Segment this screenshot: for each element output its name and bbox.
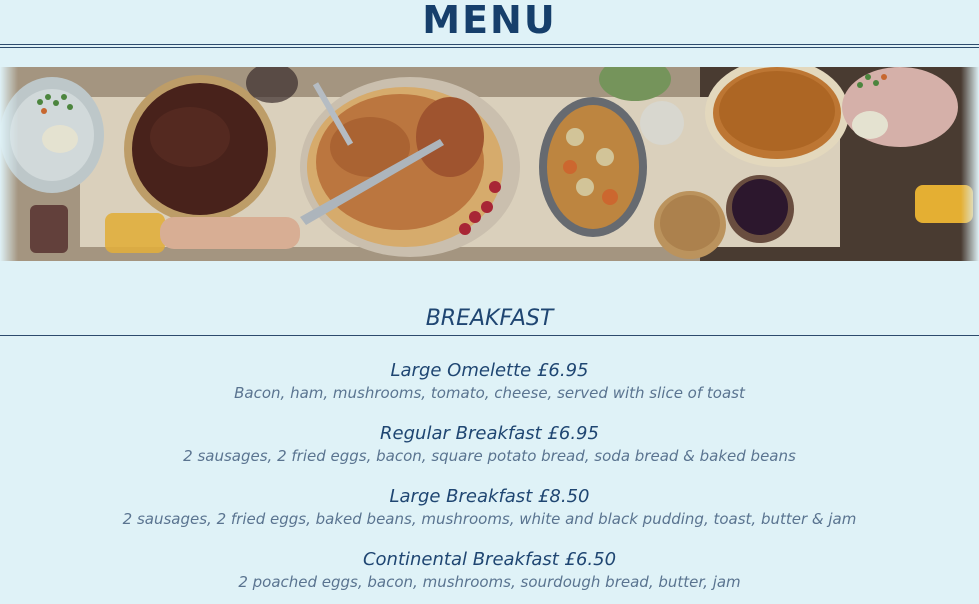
menu-item-title: Continental Breakfast £6.50 <box>362 549 617 570</box>
title-divider-upper <box>0 44 979 45</box>
menu-item: Large Omelette £6.95 Bacon, ham, mushroo… <box>0 359 979 403</box>
menu-item-title: Large Breakfast £8.50 <box>389 486 590 507</box>
menu-item: Continental Breakfast £6.50 2 poached eg… <box>0 548 979 592</box>
menu-item-description: 2 sausages, 2 fried eggs, baked beans, m… <box>122 510 857 528</box>
section-divider <box>0 335 979 336</box>
menu-item-title: Large Omelette £6.95 <box>390 360 589 381</box>
banner-image <box>0 67 979 261</box>
title-divider-lower <box>0 47 979 48</box>
menu-item-description: 2 sausages, 2 fried eggs, bacon, square … <box>183 447 796 465</box>
menu-item-title: Regular Breakfast £6.95 <box>380 423 599 444</box>
menu-item: Regular Breakfast £6.95 2 sausages, 2 fr… <box>0 422 979 466</box>
page-title: MENU <box>422 0 557 42</box>
banner-illustration <box>0 67 979 261</box>
section-title-breakfast: BREAKFAST <box>425 306 554 331</box>
menu-item: Large Breakfast £8.50 2 sausages, 2 frie… <box>0 485 979 529</box>
menu-page: MENU BREAKFAST Large Omelette £6.95 Baco… <box>0 0 979 604</box>
menu-item-description: Bacon, ham, mushrooms, tomato, cheese, s… <box>234 384 745 402</box>
menu-item-description: 2 poached eggs, bacon, mushrooms, sourdo… <box>238 573 741 591</box>
